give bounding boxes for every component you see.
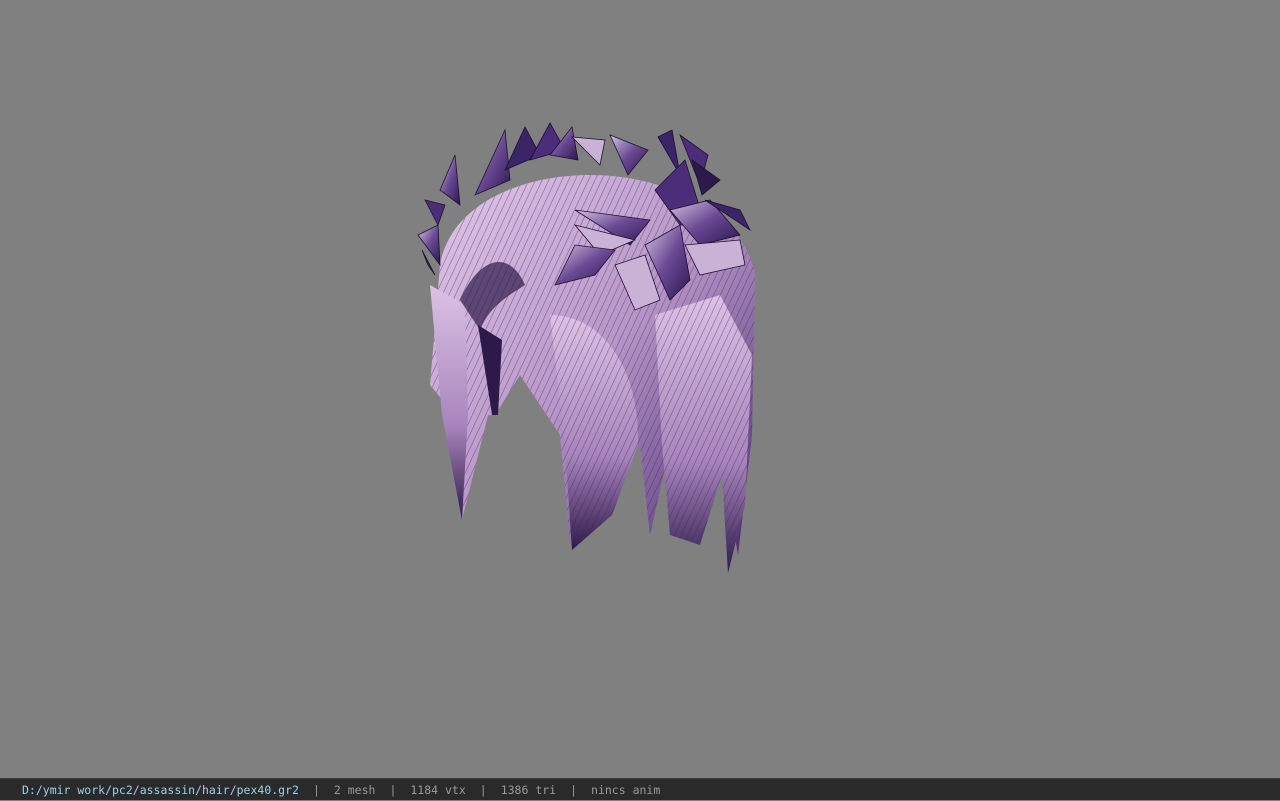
separator: | [479, 783, 487, 797]
3d-viewport[interactable] [0, 0, 1280, 778]
separator: | [570, 783, 578, 797]
triangle-count: 1386 tri [500, 783, 557, 797]
separator: | [312, 783, 320, 797]
separator: | [389, 783, 397, 797]
vertex-count: 1184 vtx [410, 783, 466, 797]
mesh-count: 2 mesh [333, 783, 376, 797]
animation-status: nincs anim [591, 783, 661, 797]
status-bar: D:/ymir work/pc2/assassin/hair/pex40.gr2… [0, 778, 1280, 800]
file-path: D:/ymir work/pc2/assassin/hair/pex40.gr2 [22, 783, 299, 797]
hair-model-render [417, 122, 755, 573]
